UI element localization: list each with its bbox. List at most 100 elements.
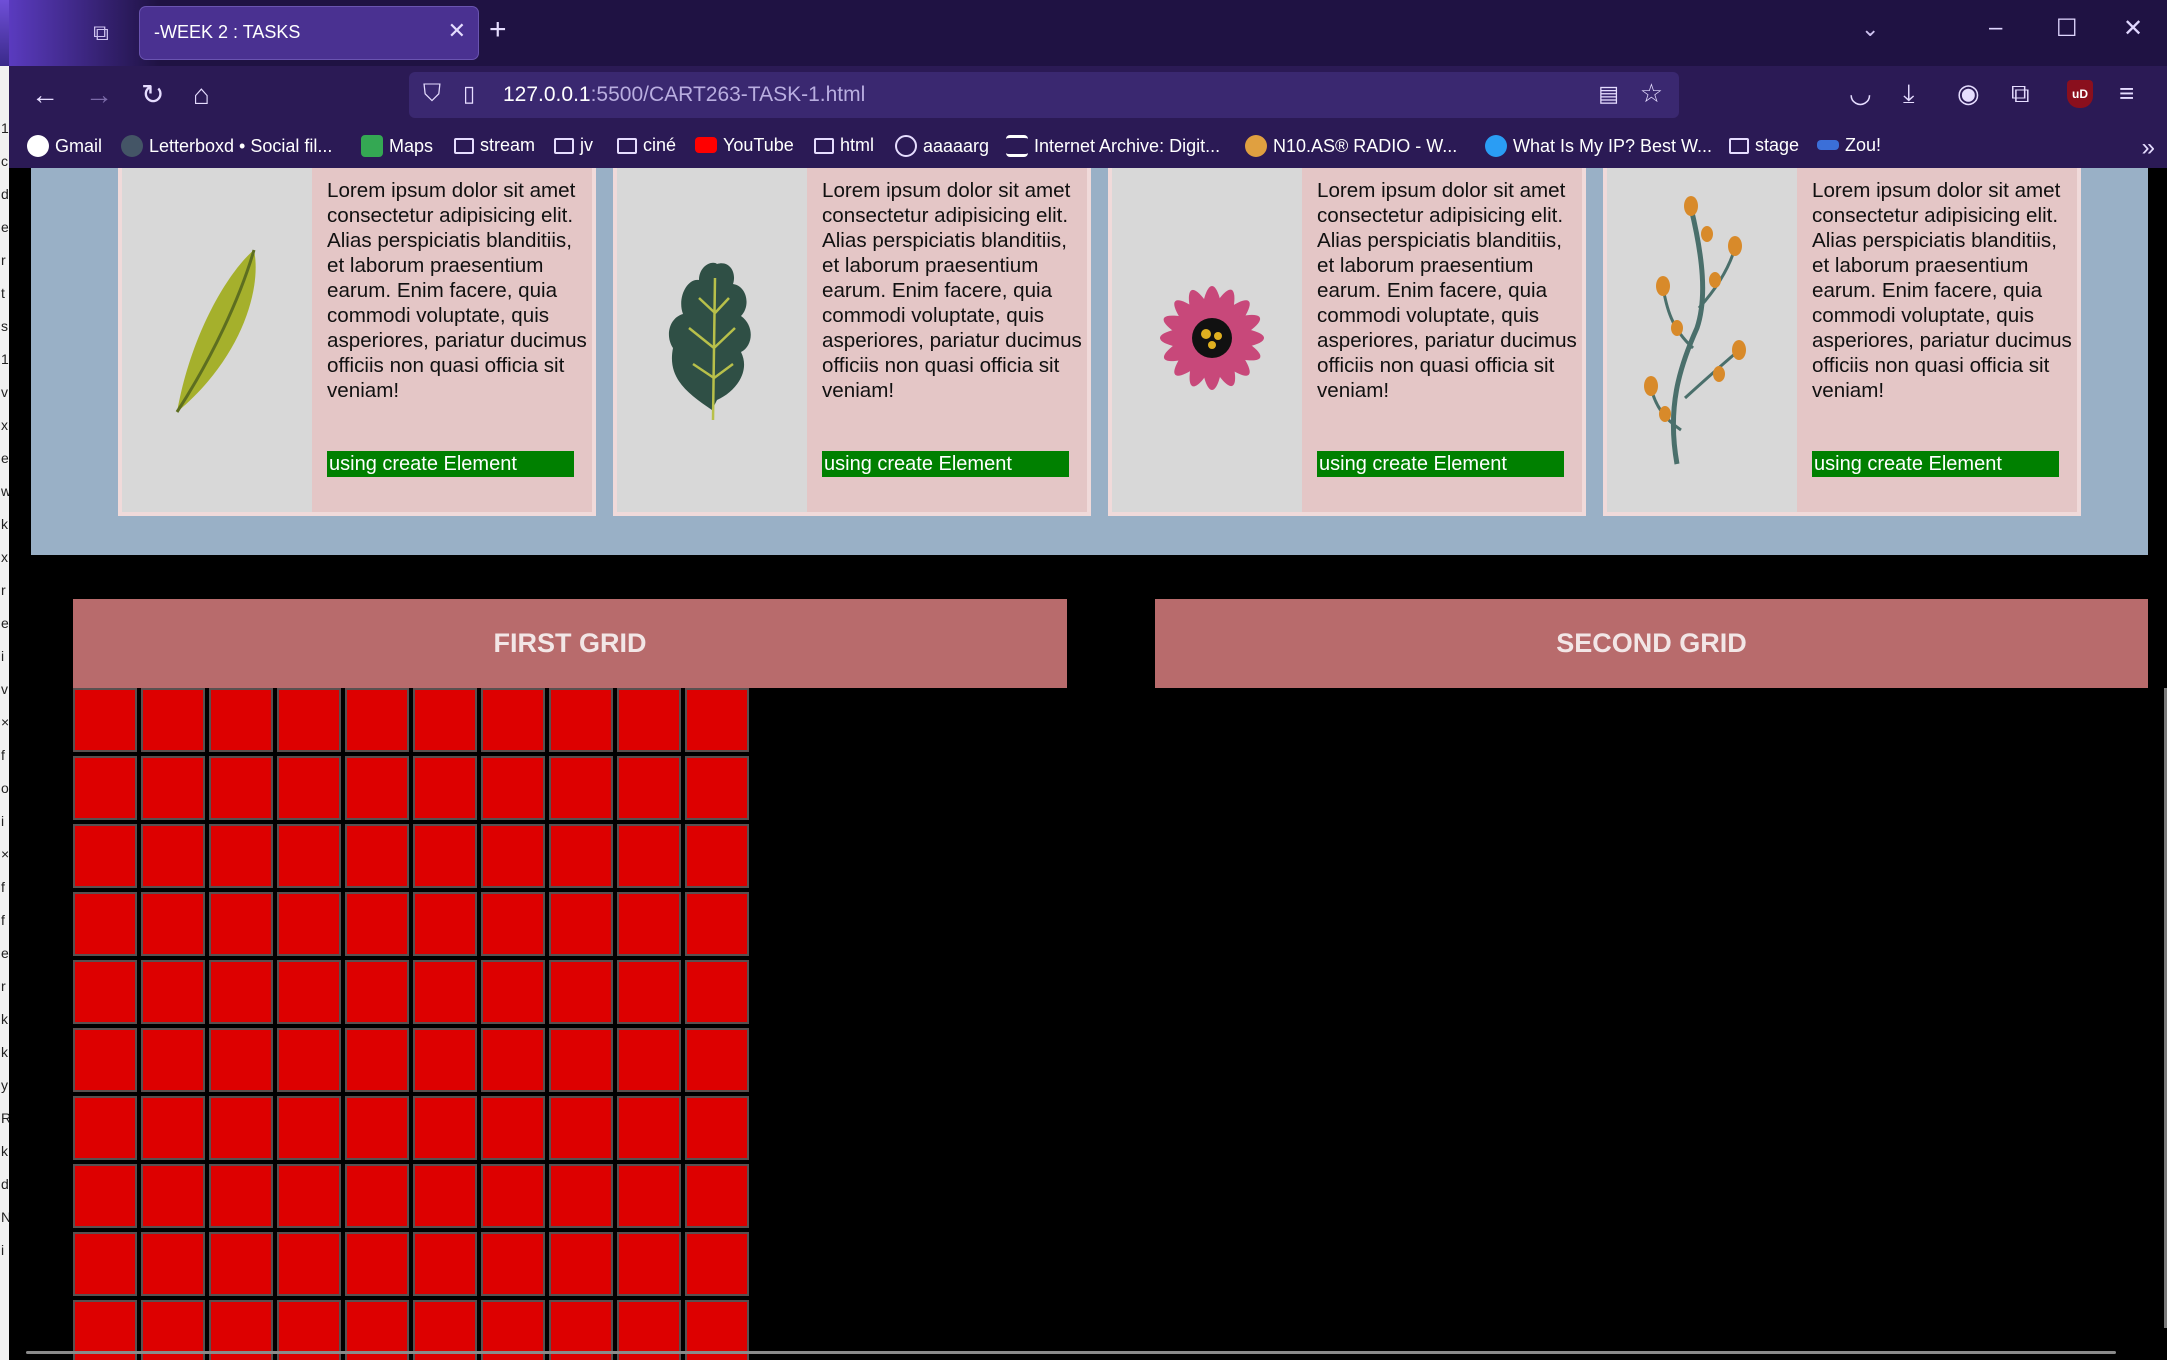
grid-cell[interactable] bbox=[617, 688, 681, 752]
grid-cell[interactable] bbox=[549, 824, 613, 888]
create-element-button[interactable]: using create Element bbox=[822, 451, 1069, 477]
create-element-button[interactable]: using create Element bbox=[327, 451, 574, 477]
grid-cell[interactable] bbox=[685, 1028, 749, 1092]
bookmark-aaaaarg[interactable]: aaaaarg bbox=[895, 135, 989, 157]
grid-cell[interactable] bbox=[209, 1028, 273, 1092]
grid-cell[interactable] bbox=[345, 892, 409, 956]
minimize-icon[interactable]: – bbox=[1989, 14, 2002, 42]
url-text[interactable]: 127.0.0.1:5500/CART263-TASK-1.html bbox=[503, 83, 865, 107]
grid-cell[interactable] bbox=[73, 1164, 137, 1228]
grid-cell[interactable] bbox=[413, 960, 477, 1024]
account-icon[interactable]: ◉ bbox=[1957, 78, 1980, 109]
bookmark-n10as-radio[interactable]: N10.AS® RADIO - W... bbox=[1245, 135, 1457, 157]
bookmark-folder-cine[interactable]: ciné bbox=[617, 135, 676, 156]
grid-cell[interactable] bbox=[73, 892, 137, 956]
grid-cell[interactable] bbox=[277, 824, 341, 888]
bookmark-zou[interactable]: Zou! bbox=[1817, 135, 1881, 156]
maximize-icon[interactable]: ☐ bbox=[2056, 14, 2078, 43]
grid-cell[interactable] bbox=[277, 1028, 341, 1092]
grid-cell[interactable] bbox=[481, 1232, 545, 1296]
grid-cell[interactable] bbox=[141, 1164, 205, 1228]
grid-cell[interactable] bbox=[73, 960, 137, 1024]
grid-cell[interactable] bbox=[277, 688, 341, 752]
grid-cell[interactable] bbox=[685, 960, 749, 1024]
page-info-icon[interactable]: ▯ bbox=[463, 81, 475, 107]
grid-cell[interactable] bbox=[277, 1096, 341, 1160]
grid-cell[interactable] bbox=[617, 1232, 681, 1296]
bookmark-whatismyip[interactable]: What Is My IP? Best W... bbox=[1485, 135, 1712, 157]
grid-cell[interactable] bbox=[549, 892, 613, 956]
grid-cell[interactable] bbox=[549, 1028, 613, 1092]
grid-cell[interactable] bbox=[481, 824, 545, 888]
forward-icon[interactable]: → bbox=[85, 78, 113, 112]
grid-cell[interactable] bbox=[141, 688, 205, 752]
grid-cell[interactable] bbox=[141, 1096, 205, 1160]
grid-cell[interactable] bbox=[481, 1028, 545, 1092]
home-icon[interactable]: ⌂ bbox=[193, 78, 210, 112]
extensions-icon[interactable]: ⧉ bbox=[2011, 78, 2030, 110]
grid-cell[interactable] bbox=[209, 892, 273, 956]
grid-cell[interactable] bbox=[209, 1164, 273, 1228]
grid-cell[interactable] bbox=[617, 960, 681, 1024]
grid-cell[interactable] bbox=[549, 1164, 613, 1228]
bookmark-folder-jv[interactable]: jv bbox=[554, 135, 593, 156]
grid-cell[interactable] bbox=[685, 756, 749, 820]
grid-cell[interactable] bbox=[141, 892, 205, 956]
window-close-icon[interactable]: ✕ bbox=[2123, 14, 2143, 43]
grid-cell[interactable] bbox=[617, 1096, 681, 1160]
grid-cell[interactable] bbox=[209, 756, 273, 820]
grid-cell[interactable] bbox=[141, 1232, 205, 1296]
grid-cell[interactable] bbox=[685, 1096, 749, 1160]
pocket-icon[interactable]: ◡ bbox=[1849, 78, 1872, 109]
grid-cell[interactable] bbox=[413, 892, 477, 956]
bookmark-maps[interactable]: Maps bbox=[361, 135, 433, 157]
grid-cell[interactable] bbox=[73, 1028, 137, 1092]
grid-cell[interactable] bbox=[209, 824, 273, 888]
grid-cell[interactable] bbox=[73, 1096, 137, 1160]
grid-cell[interactable] bbox=[141, 960, 205, 1024]
grid-cell[interactable] bbox=[345, 756, 409, 820]
grid-cell[interactable] bbox=[413, 1232, 477, 1296]
bookmark-letterboxd[interactable]: Letterboxd • Social fil... bbox=[121, 135, 332, 157]
grid-cell[interactable] bbox=[277, 756, 341, 820]
grid-cell[interactable] bbox=[617, 824, 681, 888]
grid-cell[interactable] bbox=[345, 1028, 409, 1092]
tab-list-icon[interactable]: ⧉ bbox=[84, 16, 118, 50]
grid-cell[interactable] bbox=[617, 1028, 681, 1092]
grid-cell[interactable] bbox=[209, 1232, 273, 1296]
grid-cell[interactable] bbox=[345, 960, 409, 1024]
grid-cell[interactable] bbox=[73, 756, 137, 820]
bookmark-gmail[interactable]: Gmail bbox=[27, 135, 102, 157]
grid-cell[interactable] bbox=[413, 756, 477, 820]
grid-cell[interactable] bbox=[345, 1164, 409, 1228]
downloads-icon[interactable]: ⤓ bbox=[1903, 78, 1915, 110]
grid-cell[interactable] bbox=[413, 688, 477, 752]
grid-cell[interactable] bbox=[549, 1096, 613, 1160]
grid-cell[interactable] bbox=[345, 1096, 409, 1160]
grid-cell[interactable] bbox=[685, 1232, 749, 1296]
grid-cell[interactable] bbox=[345, 688, 409, 752]
grid-cell[interactable] bbox=[141, 1028, 205, 1092]
create-element-button[interactable]: using create Element bbox=[1812, 451, 2059, 477]
grid-cell[interactable] bbox=[345, 1232, 409, 1296]
grid-cell[interactable] bbox=[481, 1164, 545, 1228]
grid-cell[interactable] bbox=[617, 1164, 681, 1228]
new-tab-icon[interactable]: + bbox=[489, 13, 507, 47]
grid-cell[interactable] bbox=[549, 756, 613, 820]
grid-cell[interactable] bbox=[73, 1232, 137, 1296]
menu-icon[interactable]: ≡ bbox=[2119, 78, 2134, 109]
grid-cell[interactable] bbox=[549, 1232, 613, 1296]
grid-cell[interactable] bbox=[209, 1096, 273, 1160]
grid-cell[interactable] bbox=[345, 824, 409, 888]
grid-cell[interactable] bbox=[481, 892, 545, 956]
reload-icon[interactable]: ↻ bbox=[141, 78, 164, 112]
grid-cell[interactable] bbox=[481, 756, 545, 820]
bookmark-internet-archive[interactable]: Internet Archive: Digit... bbox=[1006, 135, 1220, 157]
grid-cell[interactable] bbox=[617, 892, 681, 956]
grid-cell[interactable] bbox=[277, 1164, 341, 1228]
horizontal-scrollbar[interactable] bbox=[26, 1351, 2116, 1354]
grid-cell[interactable] bbox=[481, 688, 545, 752]
create-element-button[interactable]: using create Element bbox=[1317, 451, 1564, 477]
grid-cell[interactable] bbox=[413, 1164, 477, 1228]
bookmark-folder-stage[interactable]: stage bbox=[1729, 135, 1799, 156]
